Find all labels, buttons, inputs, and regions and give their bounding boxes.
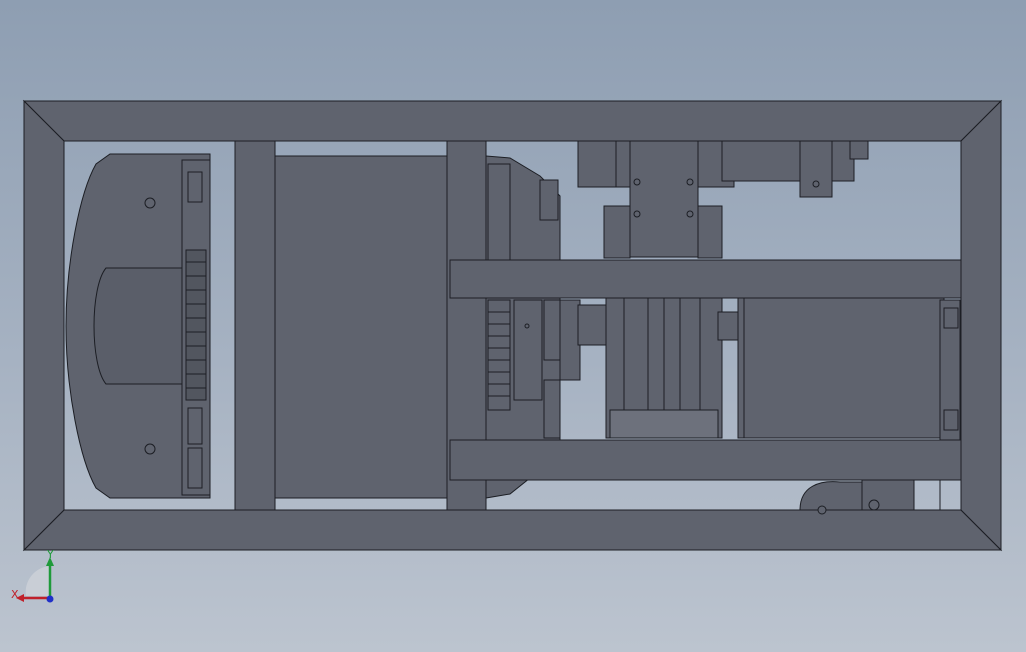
y-axis-label: Y — [47, 548, 54, 561]
rail-upper — [449, 259, 962, 299]
generator-housing — [65, 153, 211, 499]
x-axis-label: X — [11, 588, 19, 601]
drive-pulley — [577, 297, 741, 439]
rail-lower — [449, 439, 962, 481]
assembly-model[interactable] — [0, 0, 1026, 652]
graphics-viewport[interactable]: Y X — [0, 0, 1026, 652]
main-body-block — [274, 155, 448, 499]
mount-bracket — [799, 479, 941, 515]
starter-motor — [577, 140, 869, 259]
cross-member-left — [234, 140, 276, 511]
triad-background-arc — [25, 566, 50, 596]
triad-axes — [16, 557, 54, 603]
pump-cylinder — [737, 297, 961, 441]
reference-triad: Y X — [8, 548, 72, 610]
z-axis-dot — [46, 595, 54, 603]
